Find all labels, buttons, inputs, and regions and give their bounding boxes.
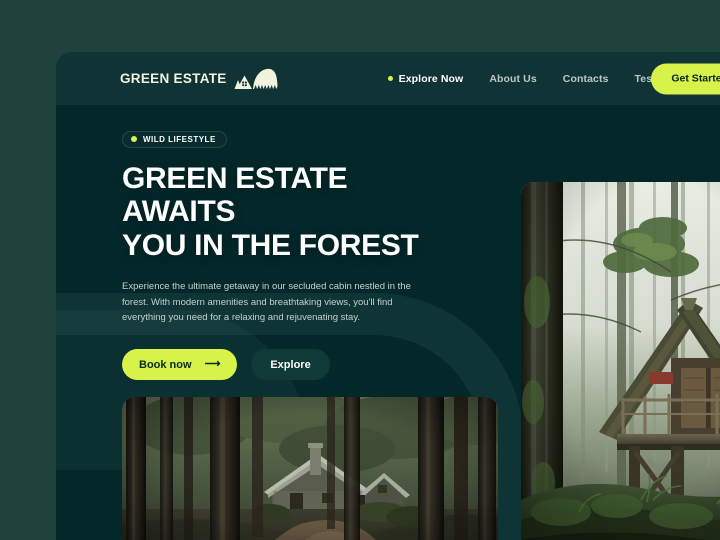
nav-label: Explore Now (398, 72, 464, 85)
badge-dot-icon (131, 136, 137, 142)
a-frame-treehouse-hiker-photo[interactable] (521, 182, 720, 540)
book-now-label: Book now (139, 358, 192, 371)
page-root: GREEN ESTATE Explore Now About Us Contac… (0, 0, 720, 540)
badge-label: WILD LIFESTYLE (143, 134, 216, 144)
arrow-right-icon: ⟶ (204, 358, 221, 371)
site-header: GREEN ESTATE Explore Now About Us Contac… (56, 52, 720, 105)
hero-paragraph: Experience the ultimate getaway in our s… (122, 281, 411, 323)
status-badge: WILD LIFESTYLE (122, 130, 227, 148)
nav-item-about-us[interactable]: About Us (476, 73, 549, 85)
site-card: GREEN ESTATE Explore Now About Us Contac… (56, 52, 720, 540)
brand-logo[interactable]: GREEN ESTATE (120, 66, 280, 92)
hero-copy: WILD LIFESTYLE GREEN ESTATE AWAITS YOU I… (122, 129, 462, 381)
cabin-tent-icon (234, 66, 280, 92)
hero-section: WILD LIFESTYLE GREEN ESTATE AWAITS YOU I… (56, 105, 720, 540)
brand-name: GREEN ESTATE (120, 71, 227, 86)
stone-cabin-in-pine-forest-photo[interactable] (122, 397, 498, 540)
headline-line-1: GREEN ESTATE AWAITS (122, 161, 348, 229)
header-cta-button[interactable]: Get Started (651, 63, 720, 94)
active-indicator-dot (387, 76, 393, 81)
nav-item-explore-now[interactable]: Explore Now (375, 73, 477, 85)
explore-button[interactable]: Explore (251, 349, 330, 381)
page-title: GREEN ESTATE AWAITS YOU IN THE FOREST (122, 162, 462, 264)
nav-label: Contacts (562, 72, 609, 85)
nav-item-contacts[interactable]: Contacts (550, 73, 622, 85)
hero-cta-row: Book now ⟶ Explore (122, 349, 462, 381)
book-now-button[interactable]: Book now ⟶ (122, 349, 238, 381)
headline-line-2: YOU IN THE FOREST (122, 229, 419, 263)
nav-label: About Us (489, 72, 537, 85)
